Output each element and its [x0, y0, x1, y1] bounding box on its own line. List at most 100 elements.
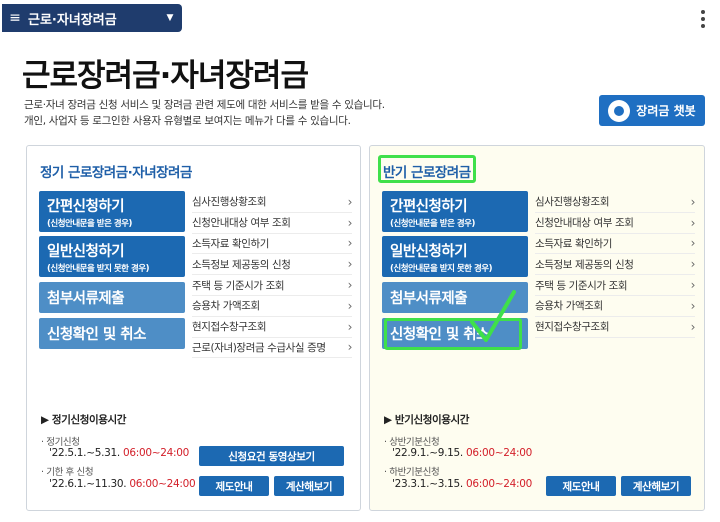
date-range: '22.6.1.~11.30.: [49, 478, 127, 490]
chevron-right-icon: ›: [347, 236, 353, 251]
general-apply-button[interactable]: 일반신청하기 (신청안내문을 받지 못한 경우): [39, 236, 185, 277]
chevron-right-icon: ›: [347, 298, 353, 313]
button-label: 신청확인 및 취소: [47, 327, 146, 343]
time-range: 06:00~24:00: [465, 478, 533, 490]
simple-apply-button[interactable]: 간편신청하기 (신청안내문을 받은 경우): [39, 191, 185, 232]
chevron-right-icon: ›: [690, 298, 696, 313]
chevron-right-icon: ›: [690, 257, 696, 272]
calculate-button[interactable]: 계산해보기: [621, 476, 691, 496]
period-label: · 기한 후 신청: [41, 467, 94, 478]
attach-documents-button[interactable]: 첨부서류제출: [39, 282, 185, 313]
page-description: 근로·자녀 장려금 신청 서비스 및 장려금 관련 제도에 대한 서비스를 받을…: [24, 97, 385, 129]
link-car-value[interactable]: 승용차 가액조회 ›: [535, 296, 695, 317]
chatbot-icon: [608, 99, 631, 122]
check-cancel-button[interactable]: 신청확인 및 취소: [39, 318, 185, 349]
chevron-down-icon[interactable]: ▼: [158, 13, 182, 23]
link-income-data[interactable]: 소득자료 확인하기 ›: [535, 234, 695, 255]
button-sublabel: (신청안내문을 받은 경우): [47, 218, 132, 229]
link-review-status[interactable]: 심사진행상황조회 ›: [535, 192, 695, 213]
video-button[interactable]: 신청요건 동영상보기: [199, 446, 344, 466]
chevron-right-icon: ›: [347, 340, 353, 355]
nav-menu-dropdown[interactable]: ≡ 근로·자녀장려금 ▼: [2, 4, 182, 32]
link-label: 현지접수창구조회: [192, 321, 267, 334]
button-sublabel: (신청안내문을 받은 경우): [390, 218, 475, 229]
date-range: '22.9.1.~9.15.: [392, 447, 463, 459]
button-label: 일반신청하기: [390, 243, 468, 260]
link-label: 심사진행상황조회: [535, 196, 610, 209]
link-housing-price[interactable]: 주택 등 기준시가 조회 ›: [192, 275, 352, 296]
date-range: '22.5.1.~5.31.: [49, 447, 120, 459]
link-label: 신청안내대상 여부 조회: [535, 217, 634, 230]
link-label: 소득자료 확인하기: [192, 237, 270, 250]
chevron-right-icon: ›: [690, 215, 696, 230]
chevron-right-icon: ›: [347, 278, 353, 293]
hours-title: ▶ 정기신청이용시간: [41, 414, 127, 426]
period-date: '22.9.1.~9.15. 06:00~24:00: [392, 447, 532, 459]
page-title: 근로장려금·자녀장려금: [22, 58, 309, 94]
link-review-status[interactable]: 심사진행상황조회 ›: [192, 192, 352, 213]
chevron-right-icon: ›: [690, 236, 696, 251]
link-income-consent[interactable]: 소득정보 제공동의 신청 ›: [535, 254, 696, 276]
button-label: 첨부서류제출: [47, 291, 125, 307]
link-eligibility-check[interactable]: 신청안내대상 여부 조회 ›: [192, 213, 352, 234]
guide-button[interactable]: 제도안내: [546, 476, 616, 496]
period-label: · 정기신청: [41, 437, 80, 448]
link-label: 신청안내대상 여부 조회: [192, 217, 291, 230]
time-range: 06:00~24:00: [465, 447, 533, 459]
link-eligibility-check[interactable]: 신청안내대상 여부 조회 ›: [535, 213, 695, 234]
button-label: 간편신청하기: [47, 198, 125, 215]
link-label: 승용차 가액조회: [535, 300, 603, 313]
more-options-icon[interactable]: [694, 10, 712, 28]
link-income-consent[interactable]: 소득정보 제공동의 신청 ›: [192, 254, 353, 276]
link-label: 소득정보 제공동의 신청: [192, 258, 291, 271]
period-label: · 상반기분신청: [384, 437, 440, 448]
guide-button[interactable]: 제도안내: [199, 476, 269, 496]
chevron-right-icon: ›: [347, 194, 353, 209]
button-sublabel: (신청안내문을 받지 못한 경우): [47, 263, 150, 274]
link-list: 심사진행상황조회 › 신청안내대상 여부 조회 › 소득자료 확인하기 › 소득정보 …: [535, 192, 695, 338]
link-benefit-certificate[interactable]: 근로(자녀)장려금 수급사실 증명 ›: [192, 338, 352, 359]
chatbot-button[interactable]: 장려금 챗봇: [599, 95, 705, 126]
button-label: 간편신청하기: [390, 198, 468, 215]
time-range: 06:00~24:00: [129, 478, 196, 490]
calculate-button[interactable]: 계산해보기: [274, 476, 344, 496]
link-car-value[interactable]: 승용차 가액조회 ›: [192, 296, 352, 317]
link-label: 주택 등 기준시가 조회: [535, 279, 628, 292]
link-income-data[interactable]: 소득자료 확인하기 ›: [192, 234, 352, 255]
nav-title: 근로·자녀장려금: [28, 12, 117, 28]
half-year-incentive-panel: 반기 근로장려금 간편신청하기 (신청안내문을 받은 경우) 일반신청하기 (신…: [369, 145, 705, 511]
time-range: 06:00~24:00: [122, 447, 190, 459]
link-label: 주택 등 기준시가 조회: [192, 279, 285, 292]
link-label: 소득자료 확인하기: [535, 237, 613, 250]
period-date: '23.3.1.~3.15. 06:00~24:00: [392, 478, 532, 490]
description-line: 개인, 사업자 등 로그인한 사용자 유형별로 보여지는 메뉴가 다를 수 있습…: [24, 115, 351, 127]
chatbot-label: 장려금 챗봇: [636, 104, 696, 118]
chevron-right-icon: ›: [347, 319, 353, 334]
chevron-right-icon: ›: [347, 215, 353, 230]
general-apply-button[interactable]: 일반신청하기 (신청안내문을 받지 못한 경우): [382, 236, 528, 277]
link-local-office[interactable]: 현지접수창구조회 ›: [535, 317, 695, 338]
date-range: '23.3.1.~3.15.: [392, 478, 463, 490]
link-label: 소득정보 제공동의 신청: [535, 258, 634, 271]
link-housing-price[interactable]: 주택 등 기준시가 조회 ›: [535, 275, 695, 296]
chevron-right-icon: ›: [690, 319, 696, 334]
hours-title: ▶ 반기신청이용시간: [384, 414, 470, 426]
regular-incentive-panel: 정기 근로장려금·자녀장려금 간편신청하기 (신청안내문을 받은 경우) 일반신…: [26, 145, 361, 511]
highlight-annotation: [378, 155, 476, 183]
link-label: 현지접수창구조회: [535, 321, 610, 334]
link-label: 승용차 가액조회: [192, 300, 260, 313]
top-nav: ≡ 근로·자녀장려금 ▼: [0, 4, 720, 32]
period-date: '22.6.1.~11.30. 06:00~24:00: [49, 478, 196, 490]
panel-title: 정기 근로장려금·자녀장려금: [40, 165, 192, 181]
period-date: '22.5.1.~5.31. 06:00~24:00: [49, 447, 189, 459]
simple-apply-button[interactable]: 간편신청하기 (신청안내문을 받은 경우): [382, 191, 528, 232]
description-line: 근로·자녀 장려금 신청 서비스 및 장려금 관련 제도에 대한 서비스를 받을…: [24, 99, 385, 111]
link-label: 심사진행상황조회: [192, 196, 267, 209]
hamburger-menu-icon[interactable]: ≡: [2, 10, 28, 26]
chevron-right-icon: ›: [347, 257, 353, 272]
link-local-office[interactable]: 현지접수창구조회 ›: [192, 317, 352, 338]
period-label: · 하반기분신청: [384, 467, 440, 478]
link-list: 심사진행상황조회 › 신청안내대상 여부 조회 › 소득자료 확인하기 › 소득정보 …: [192, 192, 353, 359]
button-sublabel: (신청안내문을 받지 못한 경우): [390, 263, 493, 274]
chevron-right-icon: ›: [690, 278, 696, 293]
